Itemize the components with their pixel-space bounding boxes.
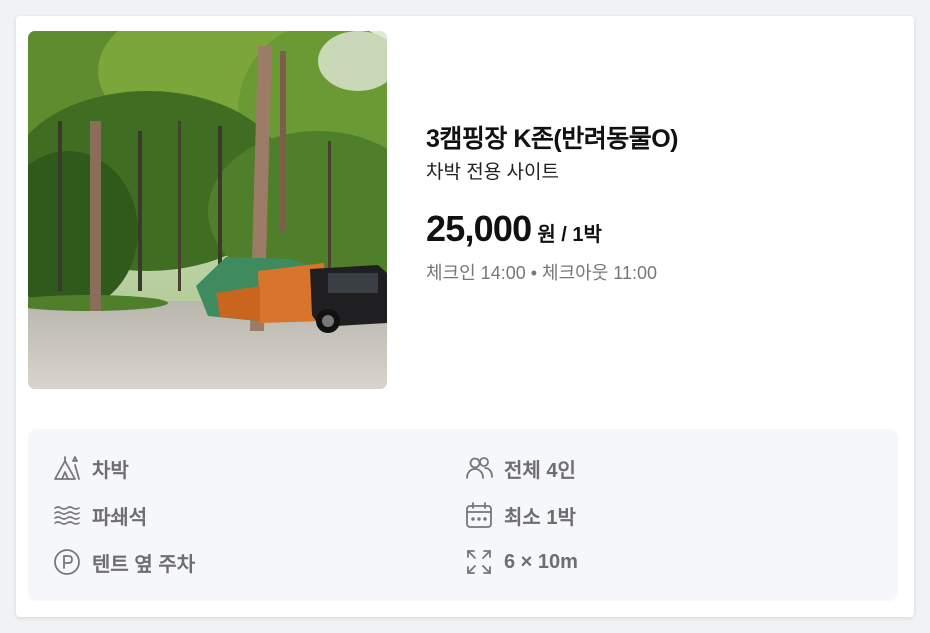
price-row: 25,000 원 / 1박 [426, 209, 886, 249]
site-info: 3캠핑장 K존(반려동물O) 차박 전용 사이트 25,000 원 / 1박 체… [426, 124, 886, 285]
site-title: 3캠핑장 K존(반려동물O) [426, 125, 679, 153]
feature-min-stay: 최소 1박 [464, 500, 576, 530]
feature-car-camping: 차박 [52, 453, 129, 483]
feature-capacity: 전체 4인 [464, 453, 576, 483]
feature-label: 차박 [92, 459, 129, 482]
group-icon [464, 453, 494, 483]
feature-label: 최소 1박 [504, 506, 576, 529]
feature-label: 텐트 옆 주차 [92, 553, 196, 576]
gravel-icon [52, 500, 82, 530]
parking-icon [52, 547, 82, 577]
feature-ground: 파쇄석 [52, 500, 147, 530]
site-card[interactable]: 3캠핑장 K존(반려동물O) 차박 전용 사이트 25,000 원 / 1박 체… [16, 16, 914, 617]
site-subtitle: 차박 전용 사이트 [426, 162, 559, 183]
price-unit: 원 / 1박 [537, 224, 602, 246]
expand-icon [464, 547, 494, 577]
feature-label: 파쇄석 [92, 506, 148, 529]
calendar-icon [464, 500, 494, 530]
feature-size: 6 × 10m [464, 547, 578, 577]
feature-parking: 텐트 옆 주차 [52, 547, 195, 577]
price-amount: 25,000 [426, 208, 532, 249]
feature-label: 6 × 10m [504, 550, 578, 573]
site-features: 차박 전체 4인 파쇄석 최소 1박 텐트 옆 주차 6 × 10m [28, 429, 898, 601]
feature-label: 전체 4인 [504, 459, 576, 482]
site-photo[interactable] [28, 31, 387, 389]
checkin-times: 체크인 14:00 • 체크아웃 11:00 [426, 263, 657, 283]
car-camping-icon [52, 453, 82, 483]
